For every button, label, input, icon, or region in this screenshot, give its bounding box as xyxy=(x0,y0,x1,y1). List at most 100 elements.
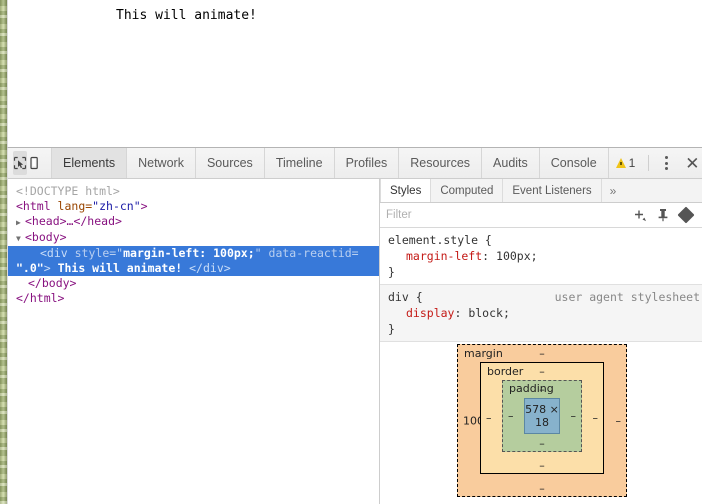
dom-line-html-close[interactable]: </html> xyxy=(8,291,379,306)
box-model-padding[interactable]: padding – – – – 578 × 18 xyxy=(502,380,582,452)
new-style-rule-icon[interactable] xyxy=(633,209,646,222)
tab-resources[interactable]: Resources xyxy=(399,148,483,178)
head-text: <head>…</head> xyxy=(25,214,122,228)
css-rule-div-ua[interactable]: user agent stylesheet div { display: blo… xyxy=(380,285,702,342)
tab-computed-label: Computed xyxy=(440,184,494,197)
tab-audits[interactable]: Audits xyxy=(482,148,540,178)
styles-filter-input[interactable] xyxy=(386,209,633,221)
margin-label: margin xyxy=(464,347,503,360)
tab-styles[interactable]: Styles xyxy=(380,179,432,202)
padding-bottom-value[interactable]: – xyxy=(539,437,545,450)
more-tabs-label: » xyxy=(609,183,617,198)
css-property-value: block xyxy=(468,306,503,320)
tab-event-listeners[interactable]: Event Listeners xyxy=(503,179,602,202)
border-right-value[interactable]: – xyxy=(593,412,599,425)
css-property-sep: : xyxy=(454,306,469,320)
tab-audits-label: Audits xyxy=(493,156,528,170)
dom-line-head[interactable]: <head>…</head> xyxy=(8,214,379,230)
border-label: border xyxy=(487,365,524,378)
tab-network-label: Network xyxy=(138,156,184,170)
css-property-name: margin-left xyxy=(406,249,483,263)
html-lang-attr: lang= xyxy=(50,199,93,213)
screenshot-root: This will animate! Elements Network Sour… xyxy=(0,0,702,504)
doctype-text: <!DOCTYPE html> xyxy=(16,184,120,198)
css-property-name: display xyxy=(406,306,455,320)
dom-line-selected-div[interactable]: <div style="margin-left: 100px;" data-re… xyxy=(8,246,379,276)
close-icon[interactable]: ✕ xyxy=(679,152,702,174)
box-model-margin[interactable]: margin – 100 – – border – – – – padding … xyxy=(457,344,627,497)
border-bottom-value[interactable]: – xyxy=(539,459,545,472)
inspect-cursor-icon[interactable] xyxy=(13,151,27,175)
css-property-sep: : xyxy=(482,249,497,263)
dom-line-doctype[interactable]: <!DOCTYPE html> xyxy=(8,184,379,199)
devtools-body: <!DOCTYPE html> <html lang="zh-cn"> <hea… xyxy=(8,179,702,504)
styles-panel: Styles Computed Event Listeners » Filter… xyxy=(380,179,702,504)
desktop-edge-strip xyxy=(0,0,7,504)
tab-resources-label: Resources xyxy=(410,156,471,170)
more-tabs-icon[interactable]: » xyxy=(602,179,625,202)
body-open-text: <body> xyxy=(25,230,67,244)
dom-tree-panel[interactable]: <!DOCTYPE html> <html lang="zh-cn"> <hea… xyxy=(8,179,379,504)
box-model-panel: margin – 100 – – border – – – – padding … xyxy=(380,342,702,504)
css-declaration[interactable]: margin-left: 100px; xyxy=(388,248,694,264)
expand-arrow-icon[interactable] xyxy=(16,214,25,230)
box-model-border[interactable]: border – – – – padding – – – – 578 × 18 xyxy=(480,362,604,474)
css-rule-element-style[interactable]: element.style { margin-left: 100px; } xyxy=(380,228,702,285)
toolbar-right-group: 1 ✕ xyxy=(609,148,702,178)
dom-line-body-close[interactable]: </body> xyxy=(8,276,379,291)
tab-elements[interactable]: Elements xyxy=(51,148,128,178)
div-style-quote-close: " xyxy=(254,246,262,260)
tab-sources-label: Sources xyxy=(206,156,253,170)
div-text-node: This will animate! xyxy=(50,261,190,275)
styles-filter-icons xyxy=(633,206,696,224)
rule-selector: element.style { xyxy=(388,233,492,247)
tab-sources[interactable]: Sources xyxy=(196,148,265,178)
padding-right-value[interactable]: – xyxy=(571,410,577,423)
device-toggle-icon[interactable] xyxy=(27,148,41,178)
css-semicolon: ; xyxy=(502,306,510,320)
margin-bottom-value[interactable]: – xyxy=(539,482,545,495)
html-tag: <html xyxy=(16,199,51,213)
devtools-window: Elements Network Sources Timeline Profil… xyxy=(7,147,702,504)
tab-computed[interactable]: Computed xyxy=(431,179,504,202)
box-model-diagram: margin – 100 – – border – – – – padding … xyxy=(457,344,627,497)
devtools-tab-bar: Elements Network Sources Timeline Profil… xyxy=(51,148,609,178)
html-lang-value: "zh-cn" xyxy=(92,199,141,213)
border-top-value[interactable]: – xyxy=(539,365,545,378)
padding-left-value[interactable]: – xyxy=(508,410,514,423)
box-model-content[interactable]: 578 × 18 xyxy=(524,398,560,434)
animated-div-text: This will animate! xyxy=(116,8,257,23)
collapse-arrow-icon[interactable] xyxy=(16,230,25,246)
rule-close-brace: } xyxy=(388,265,395,279)
dom-line-body-open[interactable]: <body> xyxy=(8,230,379,246)
kebab-menu-icon[interactable] xyxy=(655,152,677,174)
tab-elements-label: Elements xyxy=(63,156,116,170)
tab-console[interactable]: Console xyxy=(540,148,609,178)
css-semicolon: ; xyxy=(530,249,538,263)
margin-top-value[interactable]: – xyxy=(539,347,545,360)
css-declaration[interactable]: display: block; xyxy=(388,305,694,321)
html-close-text: </html> xyxy=(16,291,65,305)
div-reactid-value: ".0" xyxy=(16,261,44,275)
tab-timeline[interactable]: Timeline xyxy=(265,148,335,178)
warning-badge[interactable]: 1 xyxy=(609,156,643,170)
margin-right-value[interactable]: – xyxy=(616,414,622,427)
tab-event-listeners-label: Event Listeners xyxy=(512,184,592,197)
dom-line-html[interactable]: <html lang="zh-cn"> xyxy=(8,199,379,214)
padding-label: padding xyxy=(509,382,554,395)
rendered-page-view: This will animate! xyxy=(7,0,702,147)
div-open-tag: <div xyxy=(40,246,75,260)
devtools-toolbar: Elements Network Sources Timeline Profil… xyxy=(8,148,702,179)
tab-styles-label: Styles xyxy=(390,184,422,197)
padding-top-value[interactable]: – xyxy=(539,383,545,396)
pin-icon[interactable] xyxy=(657,208,669,222)
div-style-value: margin-left: 100px; xyxy=(123,246,255,260)
tab-console-label: Console xyxy=(550,156,597,170)
html-tag-close: > xyxy=(140,199,148,213)
border-left-value[interactable]: – xyxy=(486,412,492,425)
warning-triangle-icon xyxy=(615,158,626,168)
tab-network[interactable]: Network xyxy=(127,148,196,178)
tab-profiles[interactable]: Profiles xyxy=(335,148,400,178)
rule-close-brace: } xyxy=(388,322,395,336)
diamond-filter-icon[interactable] xyxy=(677,206,695,224)
